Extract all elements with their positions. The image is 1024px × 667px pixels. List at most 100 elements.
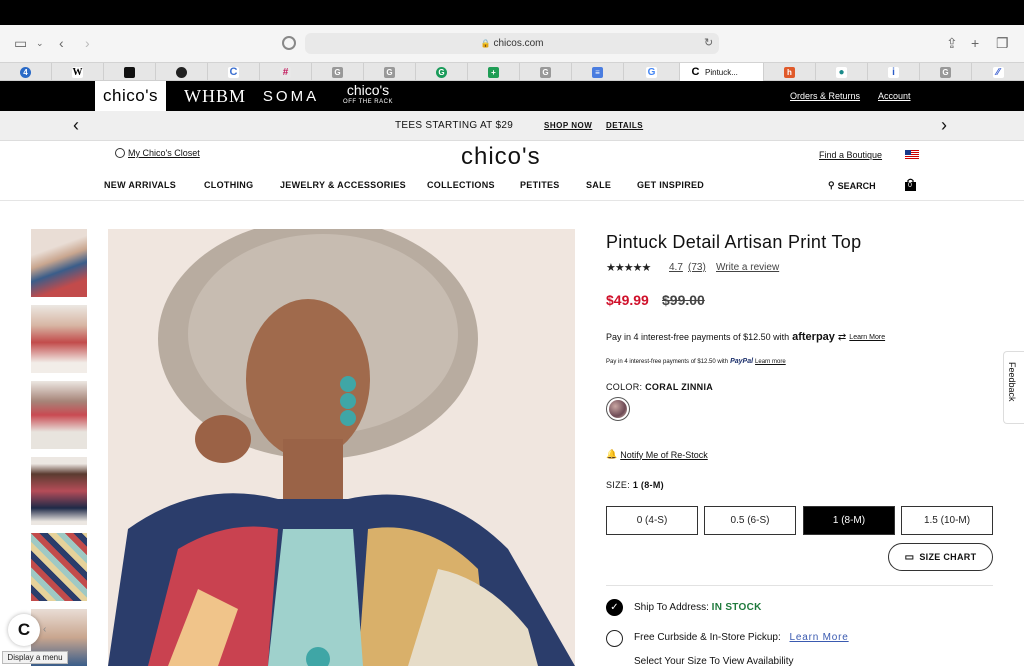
paypal-text: Pay in 4 interest-free payments of $12.5… [606, 358, 729, 365]
promo-next-icon[interactable]: › [941, 115, 947, 135]
write-review-link[interactable]: Write a review [716, 262, 779, 273]
tab[interactable]: G [624, 63, 680, 81]
thumbnail-1[interactable] [31, 229, 87, 297]
tab-bar: 4 W C # G G G + G ≡ G C Pintuck... h ● i… [0, 62, 1024, 81]
nav-sale[interactable]: SALE [586, 180, 611, 190]
paypal-logo: PayPal [730, 358, 754, 365]
sheets-icon: + [488, 66, 499, 78]
rating-value[interactable]: 4.7 [669, 262, 683, 273]
afterpay-learn-more-link[interactable]: Learn More [849, 334, 885, 341]
chat-badge-icon[interactable]: C [8, 614, 40, 646]
afterpay-message: Pay in 4 interest-free payments of $12.5… [606, 331, 885, 343]
color-swatch-coral-zinnia[interactable] [606, 397, 630, 421]
tab[interactable]: ⁄⁄ [972, 63, 1024, 81]
tab[interactable]: C [208, 63, 260, 81]
tab[interactable]: G [416, 63, 468, 81]
back-icon[interactable]: ‹ [59, 34, 64, 52]
thumbnail-2[interactable] [31, 305, 87, 373]
share-icon[interactable]: ⇪ [946, 34, 958, 52]
feedback-tab[interactable]: Feedback [1003, 351, 1024, 424]
find-boutique-link[interactable]: Find a Boutique [819, 150, 882, 160]
main-product-image[interactable] [108, 229, 575, 666]
color-label-text: COLOR: [606, 382, 643, 392]
tab[interactable]: ≡ [572, 63, 624, 81]
brand-off-the-rack-link[interactable]: chico's OFF THE RACK [337, 81, 399, 111]
favicon-icon: 4 [20, 66, 31, 78]
address-bar[interactable]: 🔒 chicos.com [305, 33, 719, 54]
chevron-left-icon[interactable]: ‹ [43, 624, 46, 635]
feedback-label: Feedback [1007, 362, 1017, 402]
chevron-down-icon[interactable]: ⌄ [36, 34, 44, 52]
pickup-radio[interactable] [606, 630, 623, 647]
size-option-0-5[interactable]: 0.5 (6-S) [704, 506, 796, 535]
product-title: Pintuck Detail Artisan Print Top [606, 232, 862, 252]
my-closet-link[interactable]: My Chico's Closet [115, 148, 200, 158]
tab[interactable]: ● [816, 63, 868, 81]
size-label: SIZE: 1 (8-M) [606, 480, 664, 490]
nav-jewelry-accessories[interactable]: JEWELRY & ACCESSORIES [280, 180, 406, 190]
thumbnail-3[interactable] [31, 381, 87, 449]
docs-icon: ≡ [592, 66, 603, 78]
tab[interactable] [104, 63, 156, 81]
nav-new-arrivals[interactable]: NEW ARRIVALS [104, 180, 176, 190]
forward-icon[interactable]: › [85, 34, 90, 52]
tab[interactable] [156, 63, 208, 81]
pickup-text: Free Curbside & In-Store Pickup: Learn M… [634, 632, 849, 643]
shop-now-link[interactable]: SHOP NOW [544, 121, 592, 130]
nav-collections[interactable]: COLLECTIONS [427, 180, 495, 190]
cart-button[interactable]: 0 [904, 178, 917, 192]
brand-soma-link[interactable]: SOMA [260, 81, 322, 111]
tab[interactable]: 4 [0, 63, 52, 81]
nav-petites[interactable]: PETITES [520, 180, 560, 190]
size-option-0[interactable]: 0 (4-S) [606, 506, 698, 535]
tab[interactable]: h [764, 63, 816, 81]
details-link[interactable]: DETAILS [606, 121, 643, 130]
tab-active[interactable]: C Pintuck... [680, 63, 764, 81]
thumbnail-5[interactable] [31, 533, 87, 601]
ship-to-address-radio[interactable]: ✓ [606, 599, 623, 616]
search-button[interactable]: ⚲ SEARCH [828, 180, 876, 191]
size-option-1-5[interactable]: 1.5 (10-M) [901, 506, 993, 535]
color-label: COLOR: CORAL ZINNIA [606, 382, 713, 392]
account-link[interactable]: Account [878, 91, 911, 101]
thumbnail-4[interactable] [31, 457, 87, 525]
reload-icon[interactable]: ↻ [704, 34, 713, 52]
tab[interactable]: G [312, 63, 364, 81]
brand-chicos-link[interactable]: chico's [95, 81, 166, 111]
notify-restock-link[interactable]: 🔔 Notify Me of Re-Stock [606, 449, 708, 460]
nav-get-inspired[interactable]: GET INSPIRED [637, 180, 704, 190]
size-chart-button[interactable]: ▭ SIZE CHART [888, 543, 993, 571]
tab[interactable]: # [260, 63, 312, 81]
size-option-1-selected[interactable]: 1 (8-M) [803, 506, 895, 535]
tab[interactable]: G [364, 63, 416, 81]
header-divider [0, 200, 1024, 201]
extension-icon[interactable] [282, 36, 296, 50]
favicon-icon: C [228, 65, 239, 78]
tab[interactable]: i [868, 63, 920, 81]
tab-overview-icon[interactable]: ❐ [996, 34, 1009, 52]
orders-returns-link[interactable]: Orders & Returns [790, 91, 860, 101]
afterpay-logo: afterpay [792, 331, 835, 343]
color-value: CORAL ZINNIA [645, 382, 714, 392]
nav-clothing[interactable]: CLOTHING [204, 180, 253, 190]
slack-icon: # [280, 66, 291, 78]
new-tab-icon[interactable]: + [971, 34, 979, 52]
tab[interactable]: W [52, 63, 104, 81]
tab[interactable]: G [520, 63, 572, 81]
promo-prev-icon[interactable]: ‹ [73, 115, 79, 135]
us-flag-icon[interactable] [905, 150, 919, 159]
afterpay-text: Pay in 4 interest-free payments of $12.5… [606, 332, 790, 342]
sidebar-toggle-icon[interactable]: ▭ [14, 34, 27, 52]
favicon-icon [176, 66, 187, 78]
tab[interactable]: + [468, 63, 520, 81]
display-menu-tooltip: Display a menu [2, 651, 68, 664]
closet-label: My Chico's Closet [128, 148, 200, 158]
paypal-learn-more-link[interactable]: Learn more [755, 359, 786, 365]
tab[interactable]: G [920, 63, 972, 81]
site-logo[interactable]: chico's [461, 143, 541, 171]
favicon-icon: G [384, 66, 395, 78]
brand-whbm-link[interactable]: WHBM [184, 81, 245, 111]
review-count-link[interactable]: (73) [688, 262, 706, 273]
pickup-learn-more-link[interactable]: Learn More [790, 632, 849, 643]
model-illustration [108, 229, 575, 666]
